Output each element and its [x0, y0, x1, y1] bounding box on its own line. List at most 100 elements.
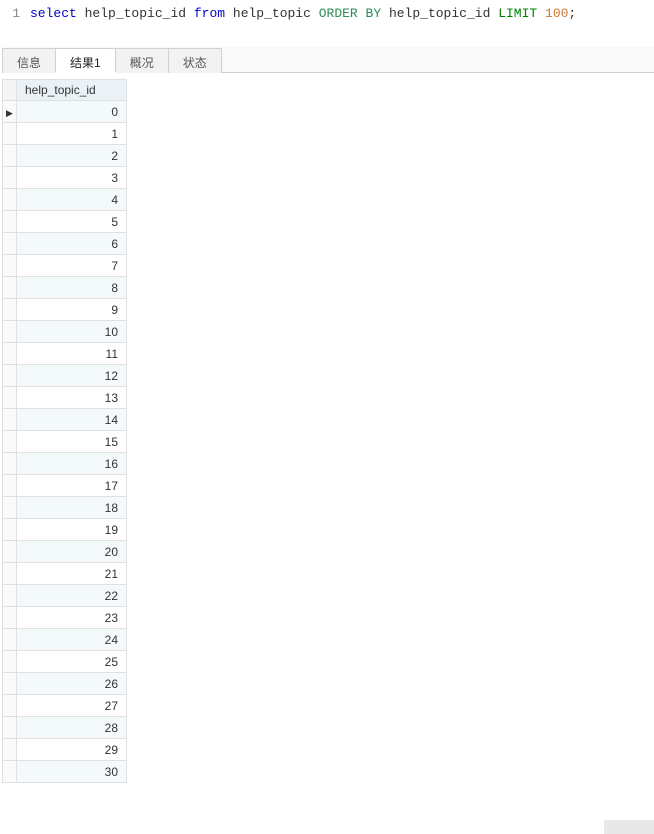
row-indicator[interactable]	[3, 211, 17, 233]
table-row[interactable]: 20	[3, 541, 127, 563]
table-row[interactable]: 15	[3, 431, 127, 453]
row-indicator[interactable]	[3, 607, 17, 629]
row-indicator[interactable]	[3, 255, 17, 277]
data-cell[interactable]: 22	[17, 585, 127, 607]
table-row[interactable]: 1	[3, 123, 127, 145]
row-indicator[interactable]	[3, 431, 17, 453]
data-cell[interactable]: 2	[17, 145, 127, 167]
row-indicator[interactable]	[3, 629, 17, 651]
table-row[interactable]: 3	[3, 167, 127, 189]
tab-1[interactable]: 结果1	[55, 48, 116, 73]
table-row[interactable]: 30	[3, 761, 127, 783]
row-indicator[interactable]	[3, 453, 17, 475]
row-indicator[interactable]	[3, 519, 17, 541]
data-cell[interactable]: 18	[17, 497, 127, 519]
table-row[interactable]: 5	[3, 211, 127, 233]
row-indicator[interactable]	[3, 233, 17, 255]
table-row[interactable]: 21	[3, 563, 127, 585]
tab-0[interactable]: 信息	[2, 48, 56, 73]
row-indicator[interactable]	[3, 695, 17, 717]
data-cell[interactable]: 21	[17, 563, 127, 585]
data-cell[interactable]: 26	[17, 673, 127, 695]
sql-code[interactable]: select help_topic_id from help_topic ORD…	[30, 4, 576, 24]
tab-2[interactable]: 概况	[115, 48, 169, 73]
data-cell[interactable]: 13	[17, 387, 127, 409]
data-cell[interactable]: 15	[17, 431, 127, 453]
table-row[interactable]: 23	[3, 607, 127, 629]
data-cell[interactable]: 17	[17, 475, 127, 497]
data-cell[interactable]: 25	[17, 651, 127, 673]
row-indicator[interactable]	[3, 497, 17, 519]
tab-3[interactable]: 状态	[168, 48, 222, 73]
data-cell[interactable]: 10	[17, 321, 127, 343]
data-cell[interactable]: 14	[17, 409, 127, 431]
table-row[interactable]: 7	[3, 255, 127, 277]
row-indicator[interactable]	[3, 563, 17, 585]
row-indicator[interactable]	[3, 541, 17, 563]
data-cell[interactable]: 9	[17, 299, 127, 321]
row-indicator[interactable]	[3, 651, 17, 673]
row-indicator[interactable]	[3, 585, 17, 607]
row-indicator[interactable]	[3, 761, 17, 783]
table-row[interactable]: 12	[3, 365, 127, 387]
table-row[interactable]: 22	[3, 585, 127, 607]
row-indicator[interactable]	[3, 387, 17, 409]
table-row[interactable]: 28	[3, 717, 127, 739]
row-indicator[interactable]	[3, 189, 17, 211]
data-cell[interactable]: 24	[17, 629, 127, 651]
data-cell[interactable]: 30	[17, 761, 127, 783]
row-indicator[interactable]	[3, 475, 17, 497]
table-row[interactable]: 4	[3, 189, 127, 211]
data-cell[interactable]: 19	[17, 519, 127, 541]
table-row[interactable]: 11	[3, 343, 127, 365]
data-cell[interactable]: 23	[17, 607, 127, 629]
table-row[interactable]: 26	[3, 673, 127, 695]
data-cell[interactable]: 11	[17, 343, 127, 365]
data-cell[interactable]: 5	[17, 211, 127, 233]
row-indicator[interactable]	[3, 277, 17, 299]
table-row[interactable]: 10	[3, 321, 127, 343]
row-indicator[interactable]	[3, 739, 17, 761]
row-indicator[interactable]	[3, 343, 17, 365]
data-cell[interactable]: 16	[17, 453, 127, 475]
table-row[interactable]: 9	[3, 299, 127, 321]
table-row[interactable]: 0	[3, 101, 127, 123]
data-cell[interactable]: 8	[17, 277, 127, 299]
data-cell[interactable]: 0	[17, 101, 127, 123]
data-cell[interactable]: 27	[17, 695, 127, 717]
row-indicator[interactable]	[3, 299, 17, 321]
data-cell[interactable]: 20	[17, 541, 127, 563]
row-indicator[interactable]	[3, 123, 17, 145]
table-row[interactable]: 16	[3, 453, 127, 475]
row-indicator[interactable]	[3, 167, 17, 189]
row-indicator[interactable]	[3, 409, 17, 431]
table-row[interactable]: 24	[3, 629, 127, 651]
column-header[interactable]: help_topic_id	[17, 80, 127, 101]
row-indicator[interactable]	[3, 365, 17, 387]
data-cell[interactable]: 1	[17, 123, 127, 145]
data-cell[interactable]: 6	[17, 233, 127, 255]
table-row[interactable]: 2	[3, 145, 127, 167]
table-row[interactable]: 17	[3, 475, 127, 497]
table-row[interactable]: 18	[3, 497, 127, 519]
table-row[interactable]: 13	[3, 387, 127, 409]
row-indicator[interactable]	[3, 145, 17, 167]
table-row[interactable]: 8	[3, 277, 127, 299]
table-row[interactable]: 6	[3, 233, 127, 255]
sql-editor[interactable]: 1 select help_topic_id from help_topic O…	[0, 0, 654, 29]
table-row[interactable]: 27	[3, 695, 127, 717]
data-cell[interactable]: 29	[17, 739, 127, 761]
table-row[interactable]: 19	[3, 519, 127, 541]
data-cell[interactable]: 12	[17, 365, 127, 387]
data-cell[interactable]: 28	[17, 717, 127, 739]
data-cell[interactable]: 7	[17, 255, 127, 277]
data-cell[interactable]: 3	[17, 167, 127, 189]
row-indicator[interactable]	[3, 717, 17, 739]
table-row[interactable]: 25	[3, 651, 127, 673]
row-indicator[interactable]	[3, 101, 17, 123]
row-indicator[interactable]	[3, 321, 17, 343]
table-row[interactable]: 29	[3, 739, 127, 761]
table-row[interactable]: 14	[3, 409, 127, 431]
data-cell[interactable]: 4	[17, 189, 127, 211]
row-indicator[interactable]	[3, 673, 17, 695]
